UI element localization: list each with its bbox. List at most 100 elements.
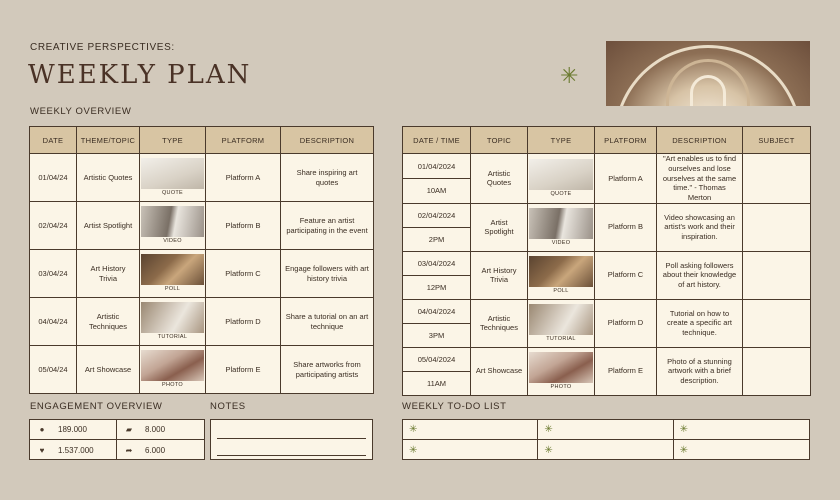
column-header-theme: THEME/TOPIC — [76, 126, 140, 154]
table-row: 01/04/24 Artistic Quotes QUOTE Platform A Sh… — [29, 153, 374, 202]
likes-stat: ♥ 1.537.000 — [30, 440, 117, 460]
todo-item[interactable]: ✳ — [403, 420, 539, 440]
platform-cell: Platform B — [594, 202, 657, 252]
type-cell: QUOTE — [139, 153, 206, 202]
description-cell: Share a tutorial on an art technique — [280, 297, 374, 346]
type-label: TUTORIAL — [546, 335, 576, 342]
type-cell: POLL — [527, 250, 595, 300]
schedule-table: DATE / TIME TOPIC TYPE PLATFORM DESCRIPT… — [402, 126, 811, 396]
column-header-description: DESCRIPTION — [656, 126, 743, 154]
subject-cell — [742, 153, 811, 204]
column-header-subject: SUBJECT — [742, 126, 811, 154]
table-row: 03/04/24 Art History Trivia POLL Platform C… — [29, 249, 374, 298]
followers-stat: ● 189.000 — [30, 420, 117, 440]
datetime-cell: 02/04/2024 2PM — [402, 202, 471, 252]
type-thumbnail-image — [141, 302, 204, 333]
engagement-overview-label: ENGAGEMENT OVERVIEW — [30, 401, 163, 412]
subject-cell — [742, 202, 811, 252]
subject-cell — [742, 250, 811, 300]
column-header-type: TYPE — [139, 126, 206, 154]
datetime-cell: 04/04/2024 3PM — [402, 298, 471, 348]
asterisk-bullet-icon: ✳ — [679, 444, 689, 456]
platform-cell: Platform E — [594, 346, 657, 396]
table-row: 03/04/2024 12PM Art History Trivia POLL Plat… — [402, 250, 811, 300]
description-cell: Photo of a stunning artwork with a brief… — [656, 346, 743, 396]
topic-cell: Artistic Quotes — [470, 153, 528, 204]
platform-cell: Platform A — [205, 153, 281, 202]
subject-cell — [742, 346, 811, 396]
asterisk-bullet-icon: ✳ — [679, 424, 689, 435]
table-row: 05/04/2024 11AM Art Showcase PHOTO Platform … — [402, 346, 811, 396]
type-label: PHOTO — [550, 383, 572, 390]
datetime-cell: 03/04/2024 12PM — [402, 250, 471, 300]
date-cell: 02/04/24 — [29, 201, 77, 250]
date-cell: 05/04/24 — [29, 345, 77, 394]
topic-cell: Art Showcase — [470, 346, 528, 396]
date-value: 01/04/2024 — [403, 155, 470, 179]
asterisk-bullet-icon: ✳ — [544, 444, 553, 456]
type-cell: TUTORIAL — [527, 298, 595, 348]
likes-value: 1.537.000 — [58, 445, 94, 455]
type-label: POLL — [553, 287, 569, 294]
comments-value: 8.000 — [145, 425, 166, 434]
asterisk-bullet-icon: ✳ — [409, 444, 418, 456]
table-row: 02/04/24 Artist Spotlight VIDEO Platform BF… — [29, 201, 374, 250]
type-thumbnail-image — [141, 254, 204, 285]
followers-value: 189.000 — [58, 425, 87, 434]
type-label: POLL — [164, 286, 181, 292]
platform-cell: Platform E — [205, 345, 281, 394]
column-header-topic: TOPIC — [470, 126, 528, 154]
asterisk-bullet-icon: ✳ — [409, 424, 418, 435]
todo-list-grid: ✳ ✳ ✳ ✳ ✳ ✳ — [402, 419, 810, 460]
date-value: 02/04/2024 — [403, 204, 470, 228]
time-value: 12PM — [426, 282, 447, 292]
page-kicker: CREATIVE PERSPECTIVES: — [30, 42, 175, 53]
description-cell: "Art enables us to find ourselves and lo… — [656, 153, 743, 204]
description-cell: Share inspiring art quotes — [280, 153, 374, 202]
type-cell: TUTORIAL — [139, 297, 206, 346]
platform-cell: Platform A — [594, 153, 657, 204]
shares-stat: ➦ 6.000 — [117, 440, 204, 460]
platform-cell: Platform D — [594, 298, 657, 348]
comments-stat: ▰ 8.000 — [117, 420, 204, 440]
datetime-cell: 01/04/2024 10AM — [402, 153, 471, 204]
header-artwork-image — [606, 41, 810, 106]
todo-item[interactable]: ✳ — [538, 440, 674, 460]
date-cell: 03/04/24 — [29, 249, 77, 298]
todo-list-label: WEEKLY TO-DO LIST — [402, 401, 507, 412]
platform-cell: Platform B — [205, 201, 281, 250]
column-header-platform: PLATFORM — [205, 126, 281, 154]
subject-cell — [742, 298, 811, 348]
type-cell: POLL — [139, 249, 206, 298]
date-cell: 04/04/24 — [29, 297, 77, 346]
asterisk-bullet-icon: ✳ — [544, 424, 553, 435]
topic-cell: Art Showcase — [76, 345, 140, 394]
asterisk-ornament-icon: ✳ — [560, 63, 579, 88]
topic-cell: Artist Spotlight — [76, 201, 140, 250]
comment-icon: ▰ — [125, 425, 133, 434]
todo-item[interactable]: ✳ — [674, 440, 809, 460]
description-cell: Poll asking followers about their knowle… — [656, 250, 743, 300]
type-thumbnail-image — [141, 350, 204, 381]
column-header-platform: PLATFORM — [594, 126, 657, 154]
type-thumbnail-image — [529, 158, 593, 190]
share-icon: ➦ — [125, 445, 133, 455]
todo-item[interactable]: ✳ — [403, 440, 539, 460]
description-cell: Engage followers with art history trivia — [280, 249, 374, 298]
type-cell: VIDEO — [527, 202, 595, 252]
notes-box[interactable] — [210, 419, 373, 460]
type-cell: QUOTE — [527, 153, 595, 204]
todo-item[interactable]: ✳ — [538, 420, 674, 440]
weekly-overview-label: WEEKLY OVERVIEW — [30, 106, 132, 117]
table-row: 04/04/2024 3PM Artistic Techniques TUTORIAL… — [402, 298, 811, 348]
topic-cell: Artistic Techniques — [470, 298, 528, 348]
notes-line — [217, 455, 366, 456]
column-header-date: DATE — [29, 126, 77, 154]
type-thumbnail-image — [141, 206, 204, 237]
time-value: 11AM — [426, 378, 447, 388]
date-cell: 01/04/24 — [29, 153, 77, 202]
todo-item[interactable]: ✳ — [673, 420, 809, 440]
users-icon: ● — [39, 425, 45, 434]
topic-cell: Artistic Quotes — [76, 153, 140, 202]
topic-cell: Artist Spotlight — [470, 202, 528, 252]
